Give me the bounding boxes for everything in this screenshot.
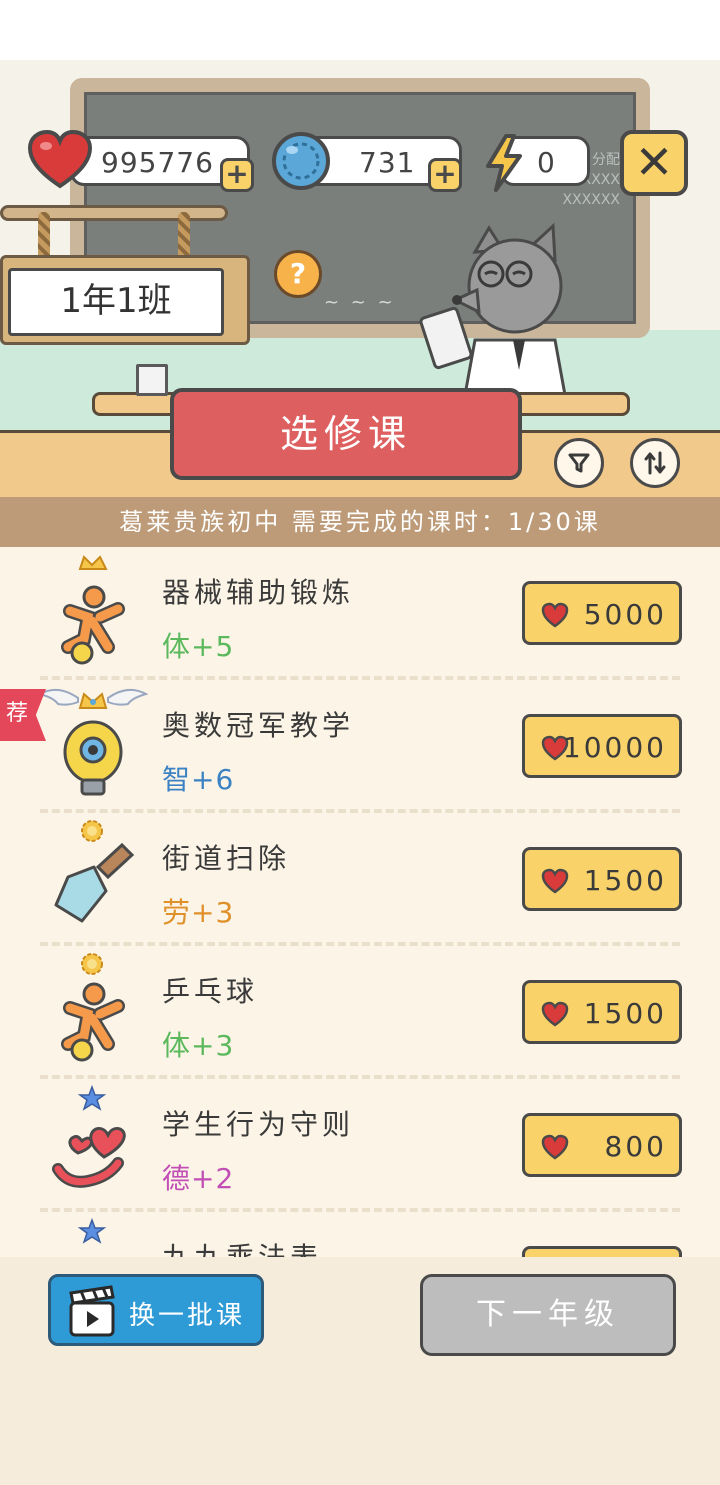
add-hearts-button[interactable]: + — [220, 158, 254, 192]
buy-course-button[interactable]: 1500 — [522, 980, 682, 1044]
course-name: 奥数冠军教学 — [162, 709, 355, 742]
course-row[interactable]: 学生行为守则 德+2 800 — [0, 1079, 720, 1212]
course-price: 800 — [604, 1130, 667, 1163]
hearts-value: 995776 — [101, 146, 214, 179]
course-icon — [38, 688, 148, 796]
chalkboard-line-3: XXXXXX — [562, 192, 620, 208]
course-row[interactable]: 乒乓球 体+3 1500 — [0, 946, 720, 1079]
buy-course-button[interactable]: 5000 — [522, 581, 682, 645]
course-icon — [61, 555, 125, 665]
course-stat: 德+2 — [162, 1162, 235, 1195]
person-icon — [61, 982, 125, 1062]
school-progress-bar: 葛莱贵族初中 需要完成的课时：1/30课 — [0, 497, 720, 547]
course-price: 1500 — [583, 864, 667, 897]
buy-course-button[interactable]: 10000 — [522, 714, 682, 778]
course-icon — [52, 1084, 126, 1188]
flower-badge-icon — [81, 820, 103, 842]
course-name: 学生行为守则 — [162, 1108, 355, 1141]
filter-icon — [568, 453, 590, 473]
sort-icon — [644, 451, 666, 475]
page-title: 选修课 — [170, 388, 522, 480]
swap-courses-label: 换一批课 — [129, 1301, 246, 1331]
course-stat: 体+3 — [162, 1029, 235, 1062]
add-coins-button[interactable]: + — [428, 158, 462, 192]
star-icon — [77, 1217, 107, 1244]
course-icon — [61, 953, 125, 1062]
buy-course-button[interactable] — [522, 1246, 682, 1257]
heart-icon — [27, 129, 93, 189]
course-row[interactable]: 街道扫除 劳+3 1500 — [0, 813, 720, 946]
course-row[interactable]: 九九乘法表 — [0, 1212, 720, 1257]
course-icon — [77, 1217, 107, 1244]
shovel-icon — [54, 842, 135, 923]
course-stat: 体+5 — [162, 630, 235, 663]
next-grade-button[interactable]: 下一年级 — [420, 1274, 676, 1356]
cup-icon — [136, 364, 168, 396]
course-name: 器械辅助锻炼 — [162, 576, 355, 609]
close-button[interactable]: ✕ — [620, 130, 688, 196]
sort-button[interactable] — [630, 438, 680, 488]
swap-courses-button[interactable]: 换一批课 — [48, 1274, 264, 1346]
course-row[interactable]: 奥数冠军教学 智+6 10000 — [0, 680, 720, 813]
course-name: 乒乓球 — [162, 975, 259, 1008]
buy-course-button[interactable]: 1500 — [522, 847, 682, 911]
class-sign: 1年1班 — [8, 268, 224, 336]
sign-rod — [0, 205, 228, 221]
course-icon — [54, 820, 135, 923]
course-list: 器械辅助锻炼 体+5 5000 奥数冠军教学 智+6 10000 街道扫除 劳+… — [0, 547, 720, 1257]
heart-icon — [541, 602, 569, 628]
coin-icon — [272, 132, 330, 190]
star-icon — [77, 1084, 107, 1111]
course-name: 九九乘法表 — [162, 1236, 322, 1257]
help-button[interactable]: ? — [274, 250, 322, 298]
lightbulb-icon — [63, 720, 123, 796]
course-stat: 劳+3 — [162, 896, 235, 929]
course-price: 5000 — [583, 598, 667, 631]
buy-course-button[interactable]: 800 — [522, 1113, 682, 1177]
video-clapper-icon — [69, 1285, 115, 1337]
course-price: 10000 — [562, 731, 667, 764]
course-stat: 智+6 — [162, 763, 235, 796]
course-row[interactable]: 器械辅助锻炼 体+5 5000 — [0, 547, 720, 680]
crown-icon — [78, 555, 108, 570]
coins-value: 731 — [359, 146, 416, 179]
energy-value: 0 — [537, 146, 556, 179]
heart-icon — [541, 1134, 569, 1160]
winged-crown-icon — [38, 688, 148, 709]
chalk-scribble: ~ ~ ~ — [324, 292, 396, 313]
hearts-icon — [52, 1127, 126, 1188]
filter-button[interactable] — [554, 438, 604, 488]
person-icon — [61, 585, 125, 665]
course-name: 街道扫除 — [162, 842, 291, 875]
wolf-teacher-icon — [419, 222, 567, 397]
heart-icon — [541, 868, 569, 894]
lightning-icon — [486, 134, 522, 192]
course-price: 1500 — [583, 997, 667, 1030]
flower-badge-icon — [81, 953, 103, 975]
heart-icon — [541, 1001, 569, 1027]
